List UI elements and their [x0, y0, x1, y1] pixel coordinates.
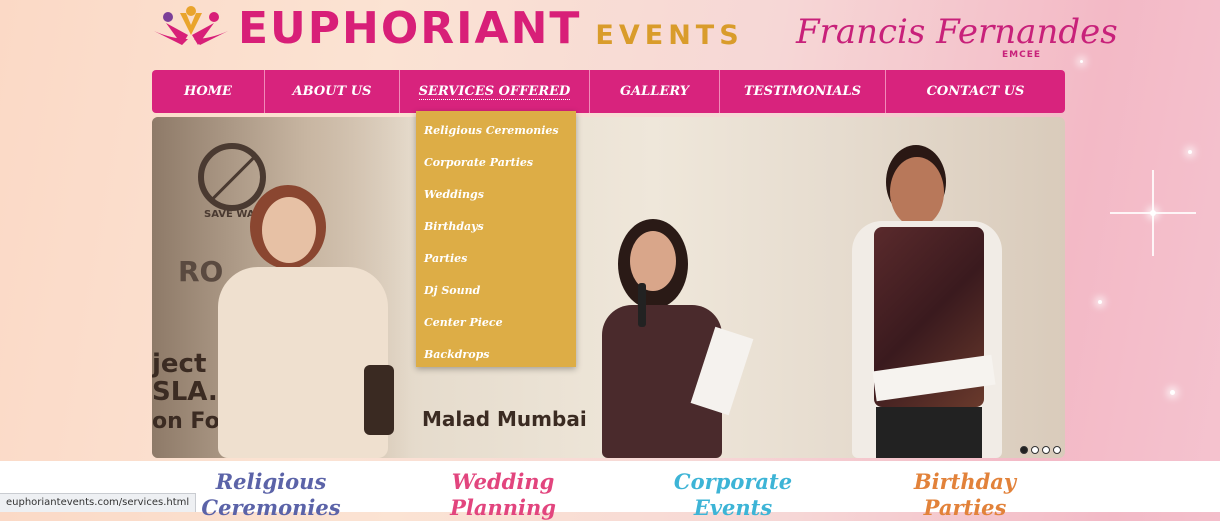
dropdown-item-parties[interactable]: Parties — [416, 242, 576, 274]
person-face — [262, 197, 316, 263]
sparkle — [1170, 390, 1175, 395]
sponsor-logo-text: RO — [178, 255, 224, 288]
dropdown-item-weddings[interactable]: Weddings — [416, 178, 576, 210]
person-left — [218, 267, 388, 458]
slider-dot[interactable] — [1031, 446, 1039, 454]
service-title-line: Wedding — [451, 469, 555, 494]
slider-pagination — [1020, 446, 1061, 454]
slider-dot[interactable] — [1020, 446, 1028, 454]
nav-label: TESTIMONIALS — [743, 84, 862, 99]
logo-mark-icon — [152, 5, 230, 53]
person-right-trousers — [876, 407, 982, 458]
service-title-line: Planning — [450, 495, 556, 520]
dropdown-item-backdrops[interactable]: Backdrops — [416, 338, 576, 370]
microphone — [638, 283, 646, 327]
sparkle — [1098, 300, 1102, 304]
dropdown-item-corporate-parties[interactable]: Corporate Parties — [416, 146, 576, 178]
nav-label: SERVICES OFFERED — [418, 83, 571, 100]
nav-label: HOME — [184, 84, 232, 99]
service-wedding-planning[interactable]: Wedding Planning — [428, 469, 578, 521]
service-title-line: Religious — [215, 469, 327, 494]
sparkle — [1080, 60, 1083, 63]
no-tap-sign-icon — [198, 143, 266, 211]
service-corporate-events[interactable]: Corporate Events — [658, 469, 808, 521]
sparkle — [1188, 150, 1192, 154]
slider-dot[interactable] — [1042, 446, 1050, 454]
service-title-line: Corporate — [673, 469, 793, 494]
emcee-role: EMCEE — [1002, 50, 1042, 60]
nav-gallery[interactable]: GALLERY — [590, 70, 720, 113]
banner-text-line: Malad Mumbai — [422, 407, 587, 431]
sparkle-ray — [1152, 170, 1154, 256]
person-face — [630, 231, 676, 291]
services-dropdown: Religious Ceremonies Corporate Parties W… — [416, 111, 576, 367]
service-title-line: Parties — [923, 495, 1007, 520]
nav-label: GALLERY — [619, 84, 690, 99]
dropdown-item-center-piece[interactable]: Center Piece — [416, 306, 576, 338]
site-logo[interactable]: EUPHORIANT EVENTS — [152, 4, 744, 54]
nav-label: ABOUT US — [292, 84, 372, 99]
nav-contact-us[interactable]: CONTACT US — [886, 70, 1065, 113]
service-religious-ceremonies[interactable]: Religious Ceremonies — [196, 469, 346, 521]
service-title-line: Events — [693, 495, 773, 520]
main-nav: HOME ABOUT US SERVICES OFFERED GALLERY T… — [152, 70, 1065, 113]
dropdown-item-religious-ceremonies[interactable]: Religious Ceremonies — [416, 114, 576, 146]
dropdown-item-dj-sound[interactable]: Dj Sound — [416, 274, 576, 306]
hero-slider[interactable]: SAVE WA RO ject ... y : SLA... M.L.A. Ma… — [152, 117, 1065, 458]
dropdown-item-birthdays[interactable]: Birthdays — [416, 210, 576, 242]
brand-sub: EVENTS — [595, 19, 744, 51]
nav-label: CONTACT US — [926, 84, 1025, 99]
handbag — [364, 365, 394, 435]
emcee-name: Francis Fernandes — [796, 12, 1118, 52]
service-birthday-parties[interactable]: Birthday Parties — [890, 469, 1040, 521]
banner-text-line: on Fo — [152, 409, 220, 434]
brand-name: EUPHORIANT — [238, 3, 582, 54]
service-title-line: Birthday — [913, 469, 1017, 494]
nav-about-us[interactable]: ABOUT US — [265, 70, 400, 113]
nav-services-offered[interactable]: SERVICES OFFERED — [400, 70, 590, 113]
nav-testimonials[interactable]: TESTIMONIALS — [720, 70, 886, 113]
slider-dot[interactable] — [1053, 446, 1061, 454]
service-title-line: Ceremonies — [201, 495, 341, 520]
person-face — [890, 157, 944, 227]
browser-status-url: euphoriantevents.com/services.html — [0, 493, 197, 512]
nav-home[interactable]: HOME — [152, 70, 265, 113]
sign-text: SAVE WA — [204, 209, 255, 220]
